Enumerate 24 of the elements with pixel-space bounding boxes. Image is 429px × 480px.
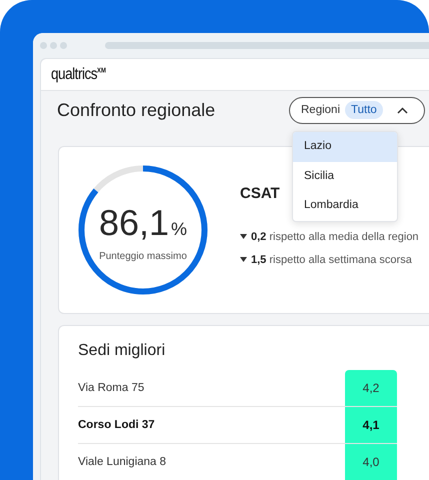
section-title: Sedi migliori bbox=[78, 342, 166, 361]
change-text: 1,5 rispetto alla settimana scorsa bbox=[251, 254, 412, 266]
site-name: Viale Lunigiana 8 bbox=[78, 456, 168, 468]
triangle-down-icon bbox=[240, 257, 247, 262]
address-bar[interactable] bbox=[105, 42, 429, 49]
qualtrics-logo[interactable]: qualtrics$^{XM}$ bbox=[51, 66, 106, 84]
score-value: 86,1% bbox=[98, 202, 188, 244]
change-text: 0,2 rispetto alla media della region bbox=[251, 230, 419, 242]
score-cell: 4,2 bbox=[345, 370, 397, 406]
window-controls-icon[interactable] bbox=[40, 42, 67, 49]
score-cell: 4,0 bbox=[345, 444, 397, 480]
site-name: Corso Lodi 37 bbox=[78, 419, 156, 431]
site-name: Via Roma 75 bbox=[78, 382, 146, 394]
dropdown-option[interactable]: Lombardia bbox=[293, 191, 397, 220]
page-title: Confronto regionale bbox=[57, 100, 216, 120]
dropdown-option[interactable]: Sicilia bbox=[293, 162, 397, 191]
triangle-down-icon bbox=[240, 234, 247, 239]
filter-value-chip: Tutto bbox=[345, 101, 383, 119]
gauge-caption: Punteggio massimo bbox=[99, 250, 187, 262]
metric-title: CSAT bbox=[240, 185, 281, 202]
filter-label: Regioni bbox=[301, 104, 340, 116]
score-cell: 4,1 bbox=[345, 407, 397, 443]
dropdown-option[interactable]: Lazio bbox=[293, 132, 397, 162]
region-filter[interactable]: Regioni Tutto bbox=[289, 96, 425, 124]
